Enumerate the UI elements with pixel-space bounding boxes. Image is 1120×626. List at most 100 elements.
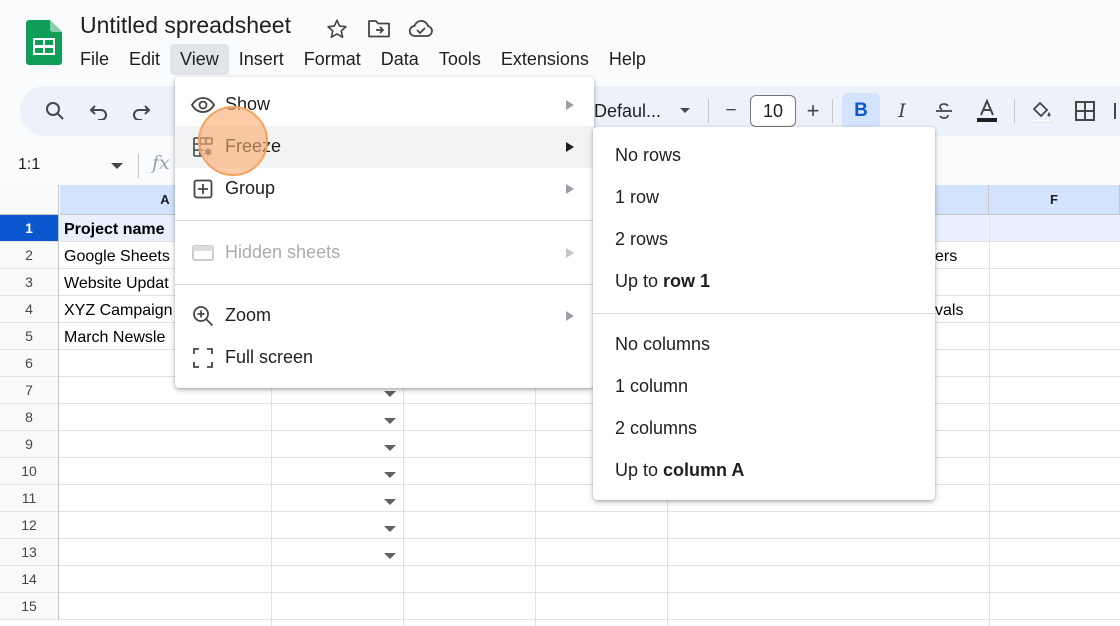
menu-view[interactable]: View xyxy=(170,44,229,75)
menu-help[interactable]: Help xyxy=(599,44,656,75)
freeze-option-label: No rows xyxy=(615,145,682,165)
grid-line xyxy=(59,619,1120,620)
menu-edit[interactable]: Edit xyxy=(119,44,170,75)
view-menu-item-zoom[interactable]: Zoom xyxy=(175,295,594,337)
freeze-option-label: No columns xyxy=(615,334,711,354)
select-all-corner[interactable] xyxy=(0,185,59,215)
group-icon xyxy=(191,177,215,201)
freeze-option-target: column A xyxy=(663,460,745,480)
cloud-saved-icon[interactable] xyxy=(406,14,436,44)
grid-line xyxy=(59,538,1120,539)
toolbar-divider xyxy=(1014,99,1015,123)
freeze-2-columns[interactable]: 2 columns xyxy=(593,408,935,450)
dropdown-chip-icon[interactable] xyxy=(384,472,396,478)
row-header-12[interactable]: 12 xyxy=(0,512,59,539)
dropdown-chip-icon[interactable] xyxy=(384,391,396,397)
freeze-up-to-column[interactable]: Up to column A xyxy=(593,450,935,492)
grid-line xyxy=(59,511,1120,512)
grid-line xyxy=(59,430,1120,431)
undo-icon[interactable] xyxy=(82,86,116,136)
view-menu-item-full-screen[interactable]: Full screen xyxy=(175,337,594,379)
freeze-option-label: Up to row 1 xyxy=(615,271,710,292)
freeze-option-label: Up to column A xyxy=(615,460,744,481)
row-header-9[interactable]: 9 xyxy=(0,431,59,458)
dropdown-chip-icon[interactable] xyxy=(384,418,396,424)
formula-divider xyxy=(138,154,139,178)
name-box-value: 1:1 xyxy=(18,156,41,173)
freeze-option-label: 2 columns xyxy=(615,418,698,438)
grid-line xyxy=(59,592,1120,593)
row-header-15[interactable]: 15 xyxy=(0,593,59,620)
dropdown-chip-icon[interactable] xyxy=(384,445,396,451)
name-box-caret-icon[interactable] xyxy=(111,163,123,169)
column-header-f[interactable]: F xyxy=(989,185,1120,215)
dropdown-chip-icon[interactable] xyxy=(384,499,396,505)
redo-icon[interactable] xyxy=(124,86,158,136)
menu-file[interactable]: File xyxy=(70,44,119,75)
menu-data[interactable]: Data xyxy=(371,44,429,75)
dropdown-chip-icon[interactable] xyxy=(384,526,396,532)
hidden-sheets-icon xyxy=(191,241,215,265)
borders-icon[interactable] xyxy=(1068,86,1102,136)
freeze-no-columns[interactable]: No columns xyxy=(593,324,935,366)
menu-divider xyxy=(175,220,594,221)
row-header-10[interactable]: 10 xyxy=(0,458,59,485)
cell-e4[interactable]: vals xyxy=(935,297,985,324)
submenu-arrow-icon xyxy=(566,311,574,321)
menu-tools[interactable]: Tools xyxy=(429,44,491,75)
freeze-up-to-row[interactable]: Up to row 1 xyxy=(593,261,935,303)
submenu-arrow-icon xyxy=(566,248,574,258)
grid-line xyxy=(59,484,1120,485)
view-menu-label: Group xyxy=(225,178,276,198)
view-menu-label: Full screen xyxy=(225,347,314,367)
freeze-1-column[interactable]: 1 column xyxy=(593,366,935,408)
row-header-8[interactable]: 8 xyxy=(0,404,59,431)
search-menus-icon[interactable] xyxy=(38,86,72,136)
submenu-arrow-icon xyxy=(566,184,574,194)
menu-insert[interactable]: Insert xyxy=(229,44,294,75)
zoom-icon xyxy=(191,304,215,328)
font-size-input[interactable]: 10 xyxy=(750,95,796,127)
row-header-7[interactable]: 7 xyxy=(0,377,59,404)
freeze-no-rows[interactable]: No rows xyxy=(593,135,935,177)
fx-icon: fx xyxy=(152,152,170,174)
row-header-4[interactable]: 4 xyxy=(0,296,59,323)
merge-cells-icon[interactable] xyxy=(1110,86,1120,136)
text-color-icon[interactable] xyxy=(970,86,1004,136)
freeze-option-label: 1 row xyxy=(615,187,660,207)
dropdown-chip-icon[interactable] xyxy=(384,553,396,559)
freeze-submenu: No rows 1 row 2 rows Up to row 1 No colu… xyxy=(593,127,935,500)
toolbar-divider xyxy=(832,99,833,123)
row-header-11[interactable]: 11 xyxy=(0,485,59,512)
menu-extensions[interactable]: Extensions xyxy=(491,44,599,75)
view-menu-label: Hidden sheets xyxy=(225,242,341,262)
freeze-option-prefix: Up to xyxy=(615,271,659,291)
grid-line xyxy=(59,403,1120,404)
row-header-2[interactable]: 2 xyxy=(0,242,59,269)
freeze-option-label: 1 column xyxy=(615,376,689,396)
freeze-2-rows[interactable]: 2 rows xyxy=(593,219,935,261)
freeze-1-row[interactable]: 1 row xyxy=(593,177,935,219)
row-header-3[interactable]: 3 xyxy=(0,269,59,296)
row-header-6[interactable]: 6 xyxy=(0,350,59,377)
grid-line xyxy=(59,457,1120,458)
name-box[interactable]: 1:1 xyxy=(0,150,135,182)
row-header-13[interactable]: 13 xyxy=(0,539,59,566)
star-icon[interactable] xyxy=(322,14,352,44)
sheets-logo-icon[interactable] xyxy=(26,20,62,65)
click-indicator xyxy=(198,106,268,176)
row-header-14[interactable]: 14 xyxy=(0,566,59,593)
sheets-app: Untitled spreadsheet File Edit View Inse… xyxy=(0,0,1120,626)
submenu-arrow-icon xyxy=(566,142,574,152)
bold-button[interactable]: B xyxy=(842,93,880,129)
row-header-5[interactable]: 5 xyxy=(0,323,59,350)
cell-e2[interactable]: ers xyxy=(935,243,985,270)
fill-color-icon[interactable] xyxy=(1024,86,1058,136)
menu-format[interactable]: Format xyxy=(294,44,371,75)
document-title[interactable]: Untitled spreadsheet xyxy=(80,12,291,39)
move-to-folder-icon[interactable] xyxy=(364,14,394,44)
freeze-option-target: row 1 xyxy=(663,271,711,291)
menu-divider xyxy=(175,284,594,285)
row-header-1[interactable]: 1 xyxy=(0,215,59,242)
fullscreen-icon xyxy=(191,346,215,370)
